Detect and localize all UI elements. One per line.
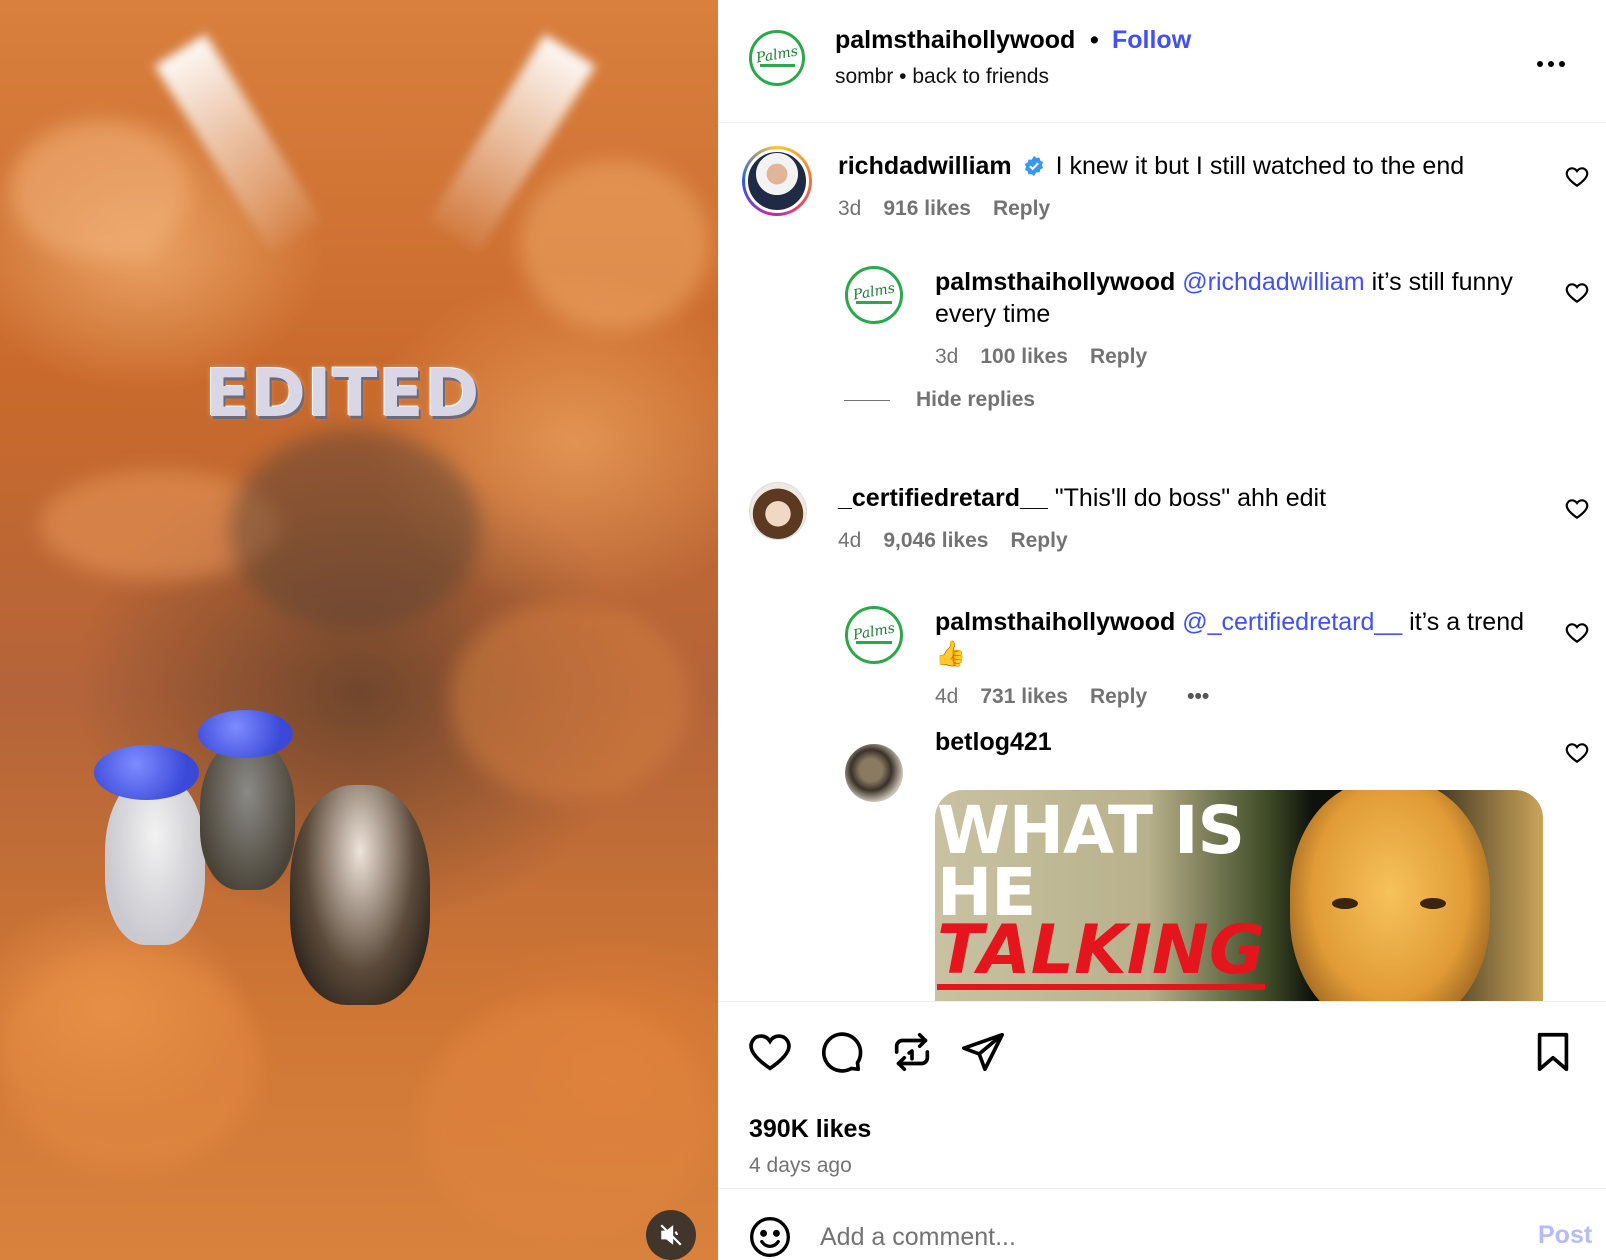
emoji-icon[interactable] <box>748 1215 792 1259</box>
comments-list[interactable]: richdadwilliam I knew it but I still wat… <box>718 124 1606 1001</box>
post-header: Palms palmsthaihollywood • Follow sombr … <box>718 0 1606 123</box>
gif-eye-right <box>1420 898 1446 909</box>
comment-input[interactable] <box>820 1217 1500 1257</box>
follow-button[interactable]: Follow <box>1112 26 1191 55</box>
comment-text: "This'll do boss" ahh edit <box>1054 484 1327 512</box>
bookmark-icon[interactable] <box>1530 1029 1576 1075</box>
heart-icon[interactable] <box>747 1029 793 1075</box>
post-likes-count[interactable]: 390K likes <box>749 1115 871 1144</box>
share-icon[interactable] <box>960 1029 1006 1075</box>
gif-caption-bottom: TALKING <box>937 911 1265 990</box>
comment-like-heart-icon[interactable] <box>1564 496 1590 522</box>
comment-likes[interactable]: 100 likes <box>980 345 1068 369</box>
comment-age: 4d <box>838 529 862 552</box>
avatar-logo-text: Palms <box>754 42 800 67</box>
commenter-avatar[interactable] <box>845 744 903 802</box>
mention-link[interactable]: @richdadwilliam <box>1182 268 1364 296</box>
comment-text-row: palmsthaihollywood @richdadwilliam it’s … <box>935 266 1545 330</box>
hide-replies-button[interactable]: Hide replies <box>844 388 1035 412</box>
commenter-username[interactable]: palmsthaihollywood <box>935 608 1175 636</box>
post-actions-bar: 390K likes 4 days ago <box>718 1001 1606 1189</box>
reply-button[interactable]: Reply <box>993 197 1050 221</box>
author-username[interactable]: palmsthaihollywood <box>835 26 1075 55</box>
comment-icon[interactable] <box>818 1029 864 1075</box>
commenter-username[interactable]: betlog421 <box>935 728 1052 756</box>
comment-likes[interactable]: 9,046 likes <box>883 529 988 553</box>
post-timestamp: 4 days ago <box>749 1154 852 1177</box>
comment-age: 3d <box>838 197 862 220</box>
add-comment-bar: Post <box>718 1188 1606 1260</box>
commenter-username[interactable]: palmsthaihollywood <box>935 268 1175 296</box>
reply-button[interactable]: Reply <box>1090 345 1147 369</box>
mute-button[interactable] <box>646 1210 696 1260</box>
comment-gif[interactable]: WHAT IS HE TALKING <box>935 790 1543 1001</box>
more-options-button[interactable] <box>1536 44 1566 76</box>
speaker-muted-icon <box>660 1224 682 1246</box>
comment-meta: 3d 916 likes Reply <box>838 197 1050 221</box>
comment-meta: 3d 100 likes Reply <box>935 345 1147 369</box>
hide-replies-dash <box>844 399 890 401</box>
comment-meta: 4d 9,046 likes Reply <box>838 529 1068 553</box>
more-horizontal-icon <box>1537 61 1565 67</box>
comment-age: 3d <box>935 345 959 368</box>
comment-like-heart-icon[interactable] <box>1564 740 1590 766</box>
post-media-video[interactable]: EDITED <box>0 0 718 1260</box>
author-avatar[interactable]: Palms <box>749 30 805 86</box>
avatar-logo-text: Palms <box>851 619 897 644</box>
post-sidebar: Palms palmsthaihollywood • Follow sombr … <box>718 0 1606 1260</box>
comment-like-heart-icon[interactable] <box>1564 164 1590 190</box>
comment-likes[interactable]: 731 likes <box>980 685 1068 709</box>
comment-more-button[interactable]: ••• <box>1187 685 1209 709</box>
comment-text: I knew it but I still watched to the end <box>1055 152 1465 180</box>
reply-button[interactable]: Reply <box>1010 529 1067 553</box>
verified-badge-icon <box>1024 155 1043 177</box>
commenter-avatar[interactable] <box>749 482 807 540</box>
comment-like-heart-icon[interactable] <box>1564 280 1590 306</box>
commenter-avatar[interactable]: Palms <box>845 266 903 324</box>
video-overlay-text: EDITED <box>205 355 481 432</box>
commenter-username[interactable]: richdadwilliam <box>838 152 1012 180</box>
commenter-avatar[interactable] <box>742 146 812 216</box>
comment-like-heart-icon[interactable] <box>1564 620 1590 646</box>
commenter-avatar[interactable]: Palms <box>845 606 903 664</box>
gif-caption-top: WHAT IS HE <box>937 792 1245 931</box>
commenter-username[interactable]: _certifiedretard__ <box>838 484 1048 512</box>
comment-likes[interactable]: 916 likes <box>883 197 971 221</box>
gif-eye-left <box>1332 898 1358 909</box>
post-comment-button[interactable]: Post <box>1538 1221 1592 1250</box>
comment-text-row: _certifiedretard__ "This'll do boss" ahh… <box>838 482 1558 514</box>
audio-track-link[interactable]: sombr • back to friends <box>835 65 1049 89</box>
comment-text-row: betlog421 <box>935 726 1545 758</box>
comment-text-row: richdadwilliam I knew it but I still wat… <box>838 150 1558 182</box>
cats-image <box>90 700 450 1020</box>
gif-face <box>1290 790 1490 1001</box>
header-separator: • <box>1090 26 1099 54</box>
comment-text-row: palmsthaihollywood @_certifiedretard__ i… <box>935 606 1545 670</box>
comment-meta: 4d 731 likes Reply ••• <box>935 685 1209 709</box>
mention-link[interactable]: @_certifiedretard__ <box>1182 608 1402 636</box>
avatar-logo-text: Palms <box>851 279 897 304</box>
hide-replies-label: Hide replies <box>916 388 1036 411</box>
comment-age: 4d <box>935 685 959 708</box>
reply-button[interactable]: Reply <box>1090 685 1147 709</box>
repost-icon[interactable] <box>889 1029 935 1075</box>
